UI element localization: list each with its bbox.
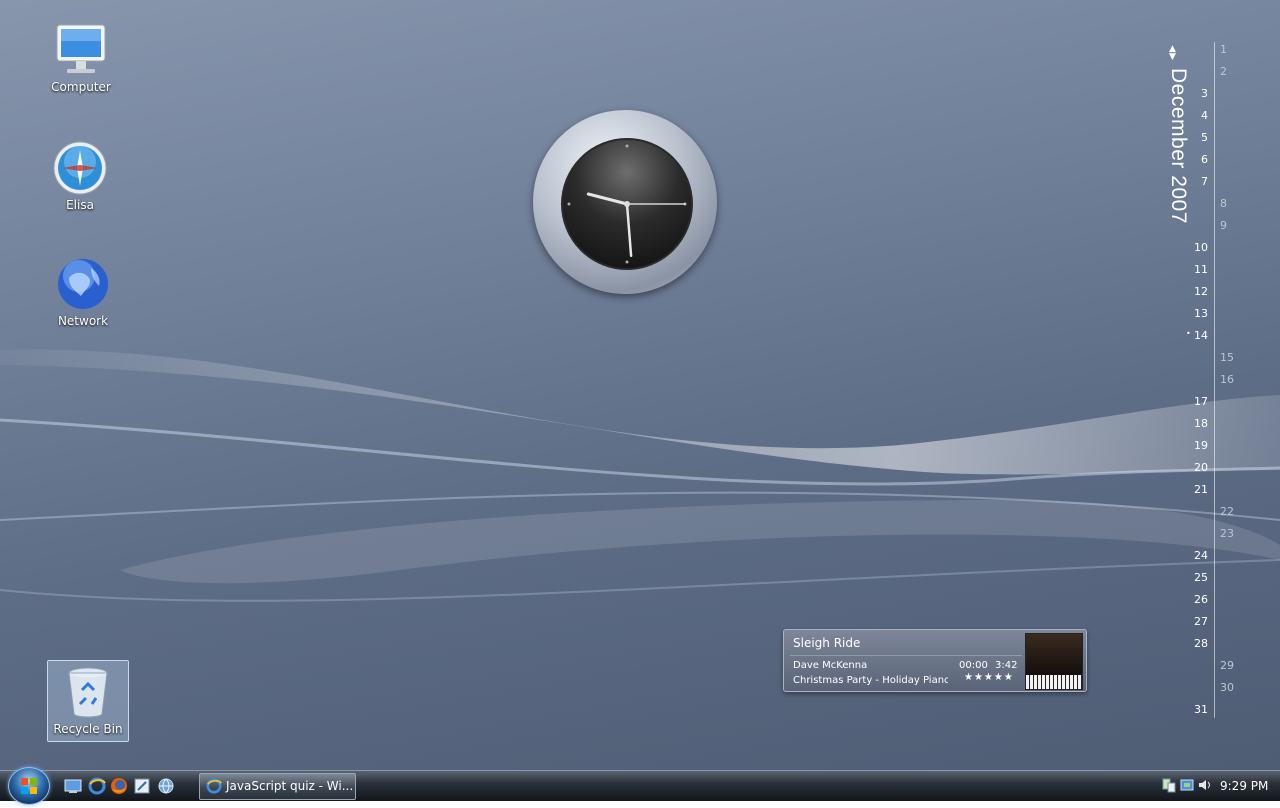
desktop[interactable]: Computer Elisa Network Recycle Bin ▲ ▼ D… — [0, 0, 1280, 770]
track-title: Sleigh Ride — [793, 636, 861, 650]
desktop-icon-network[interactable]: Network — [43, 256, 123, 328]
calendar-day[interactable]: 7 — [1184, 175, 1208, 188]
player-separator — [790, 655, 1022, 656]
safely-remove-icon[interactable] — [1180, 777, 1194, 796]
clock-face — [561, 138, 693, 270]
calendar-day[interactable]: 27 — [1184, 615, 1208, 628]
taskbar-button-javascript-quiz[interactable]: JavaScript quiz - Wi... — [199, 773, 356, 800]
calendar-divider — [1214, 42, 1215, 718]
network-icon-label: Network — [57, 314, 109, 328]
clock-tick-12 — [625, 144, 629, 148]
media-player-gadget[interactable]: Sleigh Ride Dave McKenna Christmas Party… — [783, 629, 1087, 692]
calendar-day[interactable]: 1 — [1220, 43, 1244, 56]
clock-pin — [624, 201, 630, 207]
piano-keys-art — [1026, 675, 1082, 689]
calendar-day[interactable]: 29 — [1220, 659, 1244, 672]
calendar-day[interactable]: 28 — [1184, 637, 1208, 650]
switch-windows-icon[interactable] — [133, 777, 151, 795]
calendar-day[interactable]: 25 — [1184, 571, 1208, 584]
calendar-day[interactable]: 21 — [1184, 483, 1208, 496]
clock-minute-hand — [625, 202, 633, 258]
calendar-day[interactable]: 11 — [1184, 263, 1208, 276]
internet-explorer-icon — [206, 778, 222, 797]
network-globe-icon — [55, 256, 111, 312]
calendar-day[interactable]: 5 — [1184, 131, 1208, 144]
calendar-day[interactable]: 16 — [1220, 373, 1244, 386]
start-button[interactable] — [8, 767, 50, 805]
desktop-icon-computer[interactable]: Computer — [41, 22, 121, 94]
computer-icon-label: Computer — [51, 80, 111, 94]
desktop-icon-elisa[interactable]: Elisa — [40, 140, 120, 212]
clock-hour-hand — [586, 192, 629, 206]
album-art — [1025, 633, 1083, 690]
elapsed-time: 00:00 — [959, 660, 988, 671]
recycle-bin-icon — [60, 664, 116, 720]
calendar-day[interactable]: 24 — [1184, 549, 1208, 562]
internet-explorer-icon[interactable] — [88, 777, 106, 795]
calendar-day[interactable]: 4 — [1184, 109, 1208, 122]
calendar-day[interactable]: 8 — [1220, 197, 1244, 210]
desktop-icon-recycle-bin[interactable]: Recycle Bin — [47, 660, 129, 742]
recycle-bin-label: Recycle Bin — [53, 722, 123, 736]
track-album: Christmas Party - Holiday Piano S — [793, 675, 948, 686]
calendar-day[interactable]: 20 — [1184, 461, 1208, 474]
clock-tick-9 — [567, 202, 571, 206]
taskbar-button-label: JavaScript quiz - Wi... — [226, 779, 354, 793]
calendar-day[interactable]: 31 — [1184, 703, 1208, 716]
windows-orb-icon — [21, 778, 37, 794]
computer-icon — [53, 22, 109, 78]
calendar-day[interactable]: 6 — [1184, 153, 1208, 166]
calendar-day[interactable]: 9 — [1220, 219, 1244, 232]
clock-gadget[interactable] — [533, 110, 717, 294]
firefox-icon[interactable] — [110, 777, 128, 795]
calendar-day[interactable]: 13 — [1184, 307, 1208, 320]
track-duration: 3:42 — [995, 660, 1018, 671]
calendar-day[interactable]: 30 — [1220, 681, 1244, 694]
clock-tick-6 — [625, 260, 629, 264]
volume-icon[interactable] — [1198, 778, 1212, 795]
system-tray: 9:29 PM — [1156, 773, 1280, 799]
track-artist: Dave McKenna — [793, 660, 868, 671]
elisa-icon-label: Elisa — [66, 198, 94, 212]
clock-hands — [567, 144, 687, 264]
show-desktop-icon[interactable] — [64, 777, 82, 795]
safari-compass-icon — [52, 140, 108, 196]
calendar-day[interactable]: 15 — [1220, 351, 1244, 364]
globe-icon[interactable] — [157, 777, 175, 795]
calendar-day[interactable]: 18 — [1184, 417, 1208, 430]
calendar-day[interactable]: 23 — [1220, 527, 1244, 540]
network-icon[interactable] — [1162, 777, 1176, 796]
taskbar: JavaScript quiz - Wi... 9:29 PM — [0, 767, 1280, 805]
calendar-day[interactable]: 14 — [1184, 329, 1208, 342]
calendar-day[interactable]: 2 — [1220, 65, 1244, 78]
calendar-day[interactable]: 12 — [1184, 285, 1208, 298]
calendar-day[interactable]: 3 — [1184, 87, 1208, 100]
calendar-day[interactable]: 22 — [1220, 505, 1244, 518]
calendar-day[interactable]: 10 — [1184, 241, 1208, 254]
calendar-day[interactable]: 19 — [1184, 439, 1208, 452]
rating-stars[interactable]: ★★★★★ — [964, 672, 1014, 683]
calendar-day[interactable]: 17 — [1184, 395, 1208, 408]
calendar-day[interactable]: 26 — [1184, 593, 1208, 606]
taskbar-clock[interactable]: 9:29 PM — [1220, 779, 1268, 793]
calendar-nav-arrows-icon[interactable]: ▲ ▼ — [1169, 45, 1176, 62]
